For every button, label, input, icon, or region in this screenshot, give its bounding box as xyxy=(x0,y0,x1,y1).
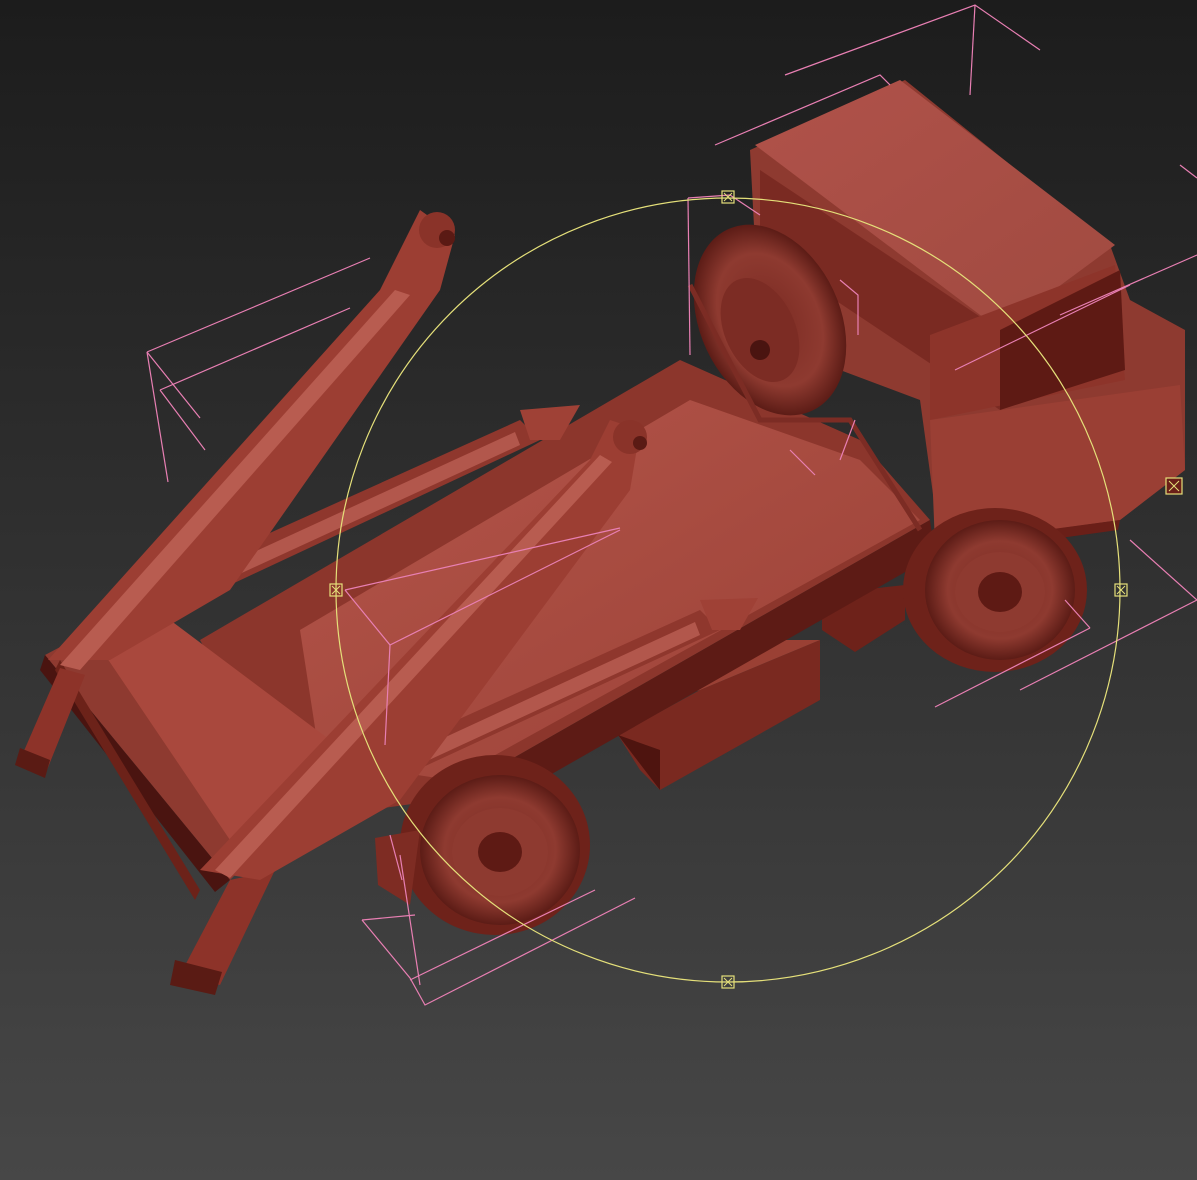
gizmo-handle-corner[interactable] xyxy=(1165,477,1183,495)
stabilizer-leg-right xyxy=(170,870,275,995)
rear-wheel xyxy=(400,755,590,935)
3d-viewport[interactable] xyxy=(0,0,1197,1180)
gizmo-handle-right[interactable] xyxy=(1114,583,1128,597)
stabilizer-leg-left xyxy=(15,668,85,778)
truck-model[interactable] xyxy=(15,80,1185,995)
rear-mudguard xyxy=(375,830,420,905)
front-wheel xyxy=(903,508,1087,672)
scene-canvas[interactable] xyxy=(0,0,1197,1180)
